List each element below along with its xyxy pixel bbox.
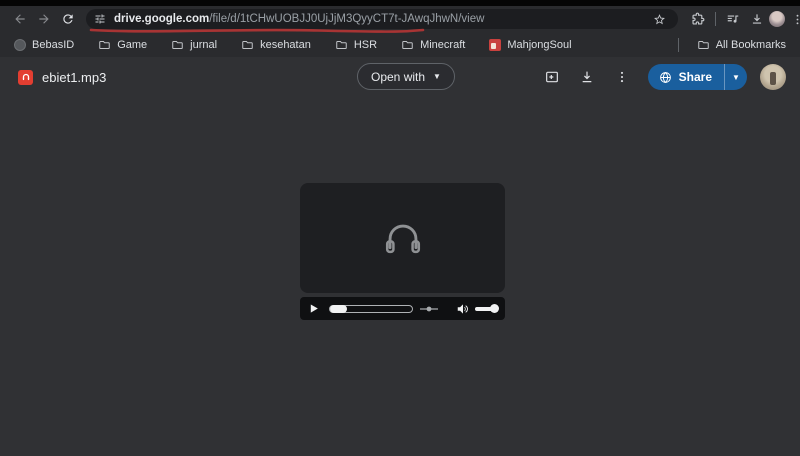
folder-icon — [697, 40, 709, 49]
bookmark-label: Minecraft — [420, 38, 466, 51]
url-underline-annotation — [89, 28, 425, 33]
bookmark-folder-hsr[interactable]: HSR — [329, 37, 383, 53]
mahjongsoul-favicon — [489, 38, 502, 51]
volume-slider[interactable] — [475, 304, 499, 313]
media-controls-icon[interactable] — [721, 7, 745, 31]
more-actions-icon[interactable] — [609, 64, 635, 90]
bookmark-label: jurnal — [190, 38, 218, 51]
bookmark-folder-jurnal[interactable]: jurnal — [165, 37, 223, 53]
bookmark-star-icon[interactable] — [647, 7, 671, 31]
audio-artwork-card — [300, 183, 505, 293]
bookmark-label: BebasID — [32, 38, 75, 51]
share-dropdown-caret[interactable]: ▼ — [724, 64, 747, 90]
site-favicon — [14, 38, 26, 51]
browser-menu-kebab-icon[interactable] — [785, 7, 800, 31]
seek-slider[interactable] — [329, 304, 413, 313]
url-path: /file/d/1tCHwUOBJJ0UjJjM3QyyCT7t-JAwqJhw… — [209, 13, 485, 25]
all-bookmarks-section: All Bookmarks — [673, 37, 792, 53]
back-icon[interactable] — [8, 7, 32, 31]
all-bookmarks-label: All Bookmarks — [715, 38, 786, 51]
folder-icon — [242, 40, 253, 49]
extensions-icon[interactable] — [686, 7, 710, 31]
globe-icon — [659, 71, 671, 83]
share-label: Share — [678, 70, 712, 84]
forward-icon[interactable] — [32, 7, 56, 31]
audio-controls-bar — [300, 297, 505, 320]
bookmark-label: MahjongSoul — [507, 38, 572, 51]
site-settings-tune-icon[interactable] — [90, 11, 110, 27]
url-text: drive.google.com/file/d/1tCHwUOBJJ0UjJjM… — [114, 13, 647, 25]
drive-preview-page: ebiet1.mp3 Open with ▼ Share ▼ — [0, 57, 800, 456]
share-button-main[interactable]: Share — [647, 64, 724, 90]
add-shortcut-to-drive-icon[interactable] — [539, 64, 565, 90]
bookmark-label: HSR — [353, 38, 378, 51]
volume-thumb[interactable] — [490, 304, 499, 313]
folder-icon — [172, 40, 183, 49]
download-icon[interactable] — [574, 64, 600, 90]
toolbar-divider — [715, 12, 716, 26]
chevron-down-icon: ▼ — [433, 72, 441, 81]
browser-window: drive.google.com/file/d/1tCHwUOBJJ0UjJjM… — [0, 0, 800, 456]
folder-icon — [402, 40, 413, 49]
share-button: Share ▼ — [647, 64, 747, 90]
drive-header-actions: Share ▼ — [539, 57, 786, 97]
file-title-chip: ebiet1.mp3 — [18, 69, 107, 85]
folder-icon — [336, 40, 347, 49]
bookmark-label: Game — [117, 38, 148, 51]
open-with-button[interactable]: Open with ▼ — [357, 63, 455, 90]
seek-thumb[interactable] — [330, 304, 347, 313]
open-with-label: Open with — [371, 69, 426, 84]
volume-icon[interactable] — [455, 301, 470, 316]
drive-header: ebiet1.mp3 Open with ▼ Share ▼ — [0, 57, 800, 97]
url-domain: drive.google.com — [114, 13, 210, 25]
bookmark-label: kesehatan — [260, 38, 311, 51]
seek-marker-icon — [420, 305, 438, 313]
audio-file-icon — [18, 69, 33, 85]
toolbar-right-controls — [686, 7, 800, 31]
folder-icon — [99, 40, 110, 49]
reload-icon[interactable] — [56, 7, 80, 31]
file-name: ebiet1.mp3 — [42, 69, 107, 85]
downloads-icon[interactable] — [745, 7, 769, 31]
bookmark-bebasid[interactable]: BebasID — [8, 37, 80, 53]
bookmark-folder-game[interactable]: Game — [92, 37, 153, 53]
bookmark-mahjongsoul[interactable]: MahjongSoul — [483, 37, 577, 53]
browser-profile-avatar[interactable] — [769, 11, 785, 27]
all-bookmarks-button[interactable]: All Bookmarks — [691, 37, 792, 53]
account-avatar[interactable] — [760, 64, 786, 90]
bookmark-folder-kesehatan[interactable]: kesehatan — [235, 37, 317, 53]
bookmarks-divider — [677, 37, 679, 52]
headphones-icon — [385, 224, 420, 254]
play-icon[interactable] — [306, 302, 320, 316]
bookmark-folder-minecraft[interactable]: Minecraft — [395, 37, 471, 53]
